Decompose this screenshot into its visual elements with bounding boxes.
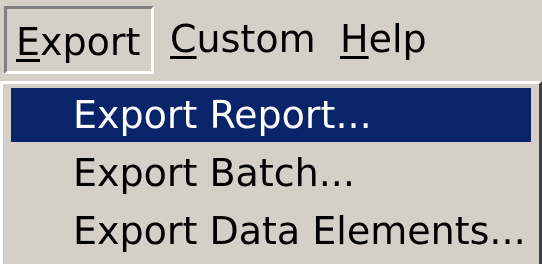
menu-export-mnemonic: E	[16, 20, 41, 64]
menu-item-export-batch[interactable]: Export Batch...	[11, 146, 531, 200]
export-dropdown-menu: Export Report... Export Batch... Export …	[0, 81, 542, 264]
menu-custom-label: ustom	[196, 17, 316, 61]
menu-export[interactable]: Export	[4, 6, 154, 74]
menu-export-label: xport	[40, 20, 141, 64]
menu-bar: Export Custom Help	[0, 0, 542, 81]
menu-help-mnemonic: H	[340, 17, 369, 61]
menu-help[interactable]: Help	[340, 6, 427, 74]
menu-item-export-data-elements[interactable]: Export Data Elements...	[11, 204, 531, 258]
menu-help-label: elp	[368, 17, 427, 61]
menu-item-export-report[interactable]: Export Report...	[11, 88, 531, 142]
menu-custom-mnemonic: C	[170, 17, 197, 61]
menu-custom[interactable]: Custom	[170, 6, 316, 74]
